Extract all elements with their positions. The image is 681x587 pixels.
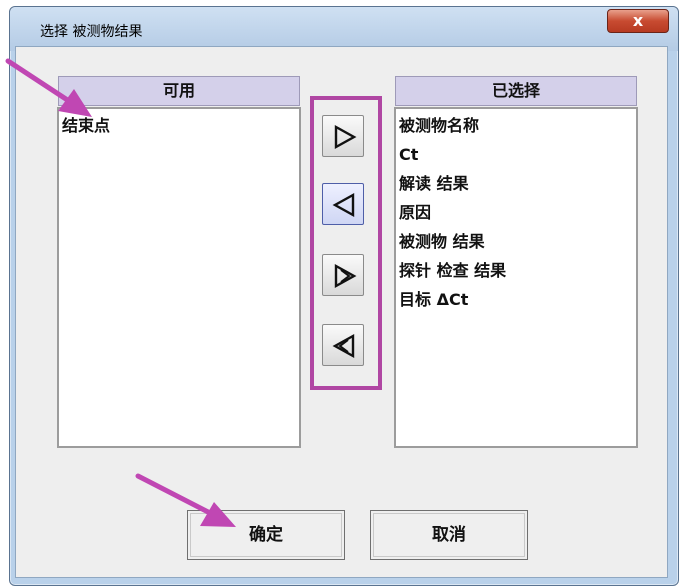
list-item[interactable]: 原因 (399, 198, 633, 227)
annotation-arrow-icon (5, 58, 92, 117)
available-list[interactable]: 结束点 (57, 107, 301, 448)
list-item[interactable]: 探针 检查 结果 (399, 256, 633, 285)
move-all-right-button[interactable] (322, 254, 364, 296)
move-all-left-button[interactable] (322, 324, 364, 366)
list-item[interactable]: 目标 ΔCt (399, 285, 633, 314)
list-item[interactable]: 解读 结果 (399, 169, 633, 198)
move-left-button[interactable] (322, 183, 364, 225)
selected-list[interactable]: 被测物名称 Ct 解读 结果 原因 被测物 结果 探针 检查 结果 目标 ΔCt (394, 107, 638, 448)
title-bar[interactable]: 选择 被测物结果 x (10, 7, 678, 51)
close-button[interactable]: x (607, 9, 669, 33)
cancel-button[interactable]: 取消 (370, 510, 528, 560)
selected-header: 已选择 (395, 76, 637, 106)
list-item[interactable]: 被测物名称 (399, 111, 633, 140)
annotation-arrow-icon (135, 473, 236, 527)
list-item[interactable]: 被测物 结果 (399, 227, 633, 256)
list-item[interactable]: Ct (399, 140, 633, 169)
move-right-button[interactable] (322, 115, 364, 157)
window-title: 选择 被测物结果 (40, 24, 143, 40)
